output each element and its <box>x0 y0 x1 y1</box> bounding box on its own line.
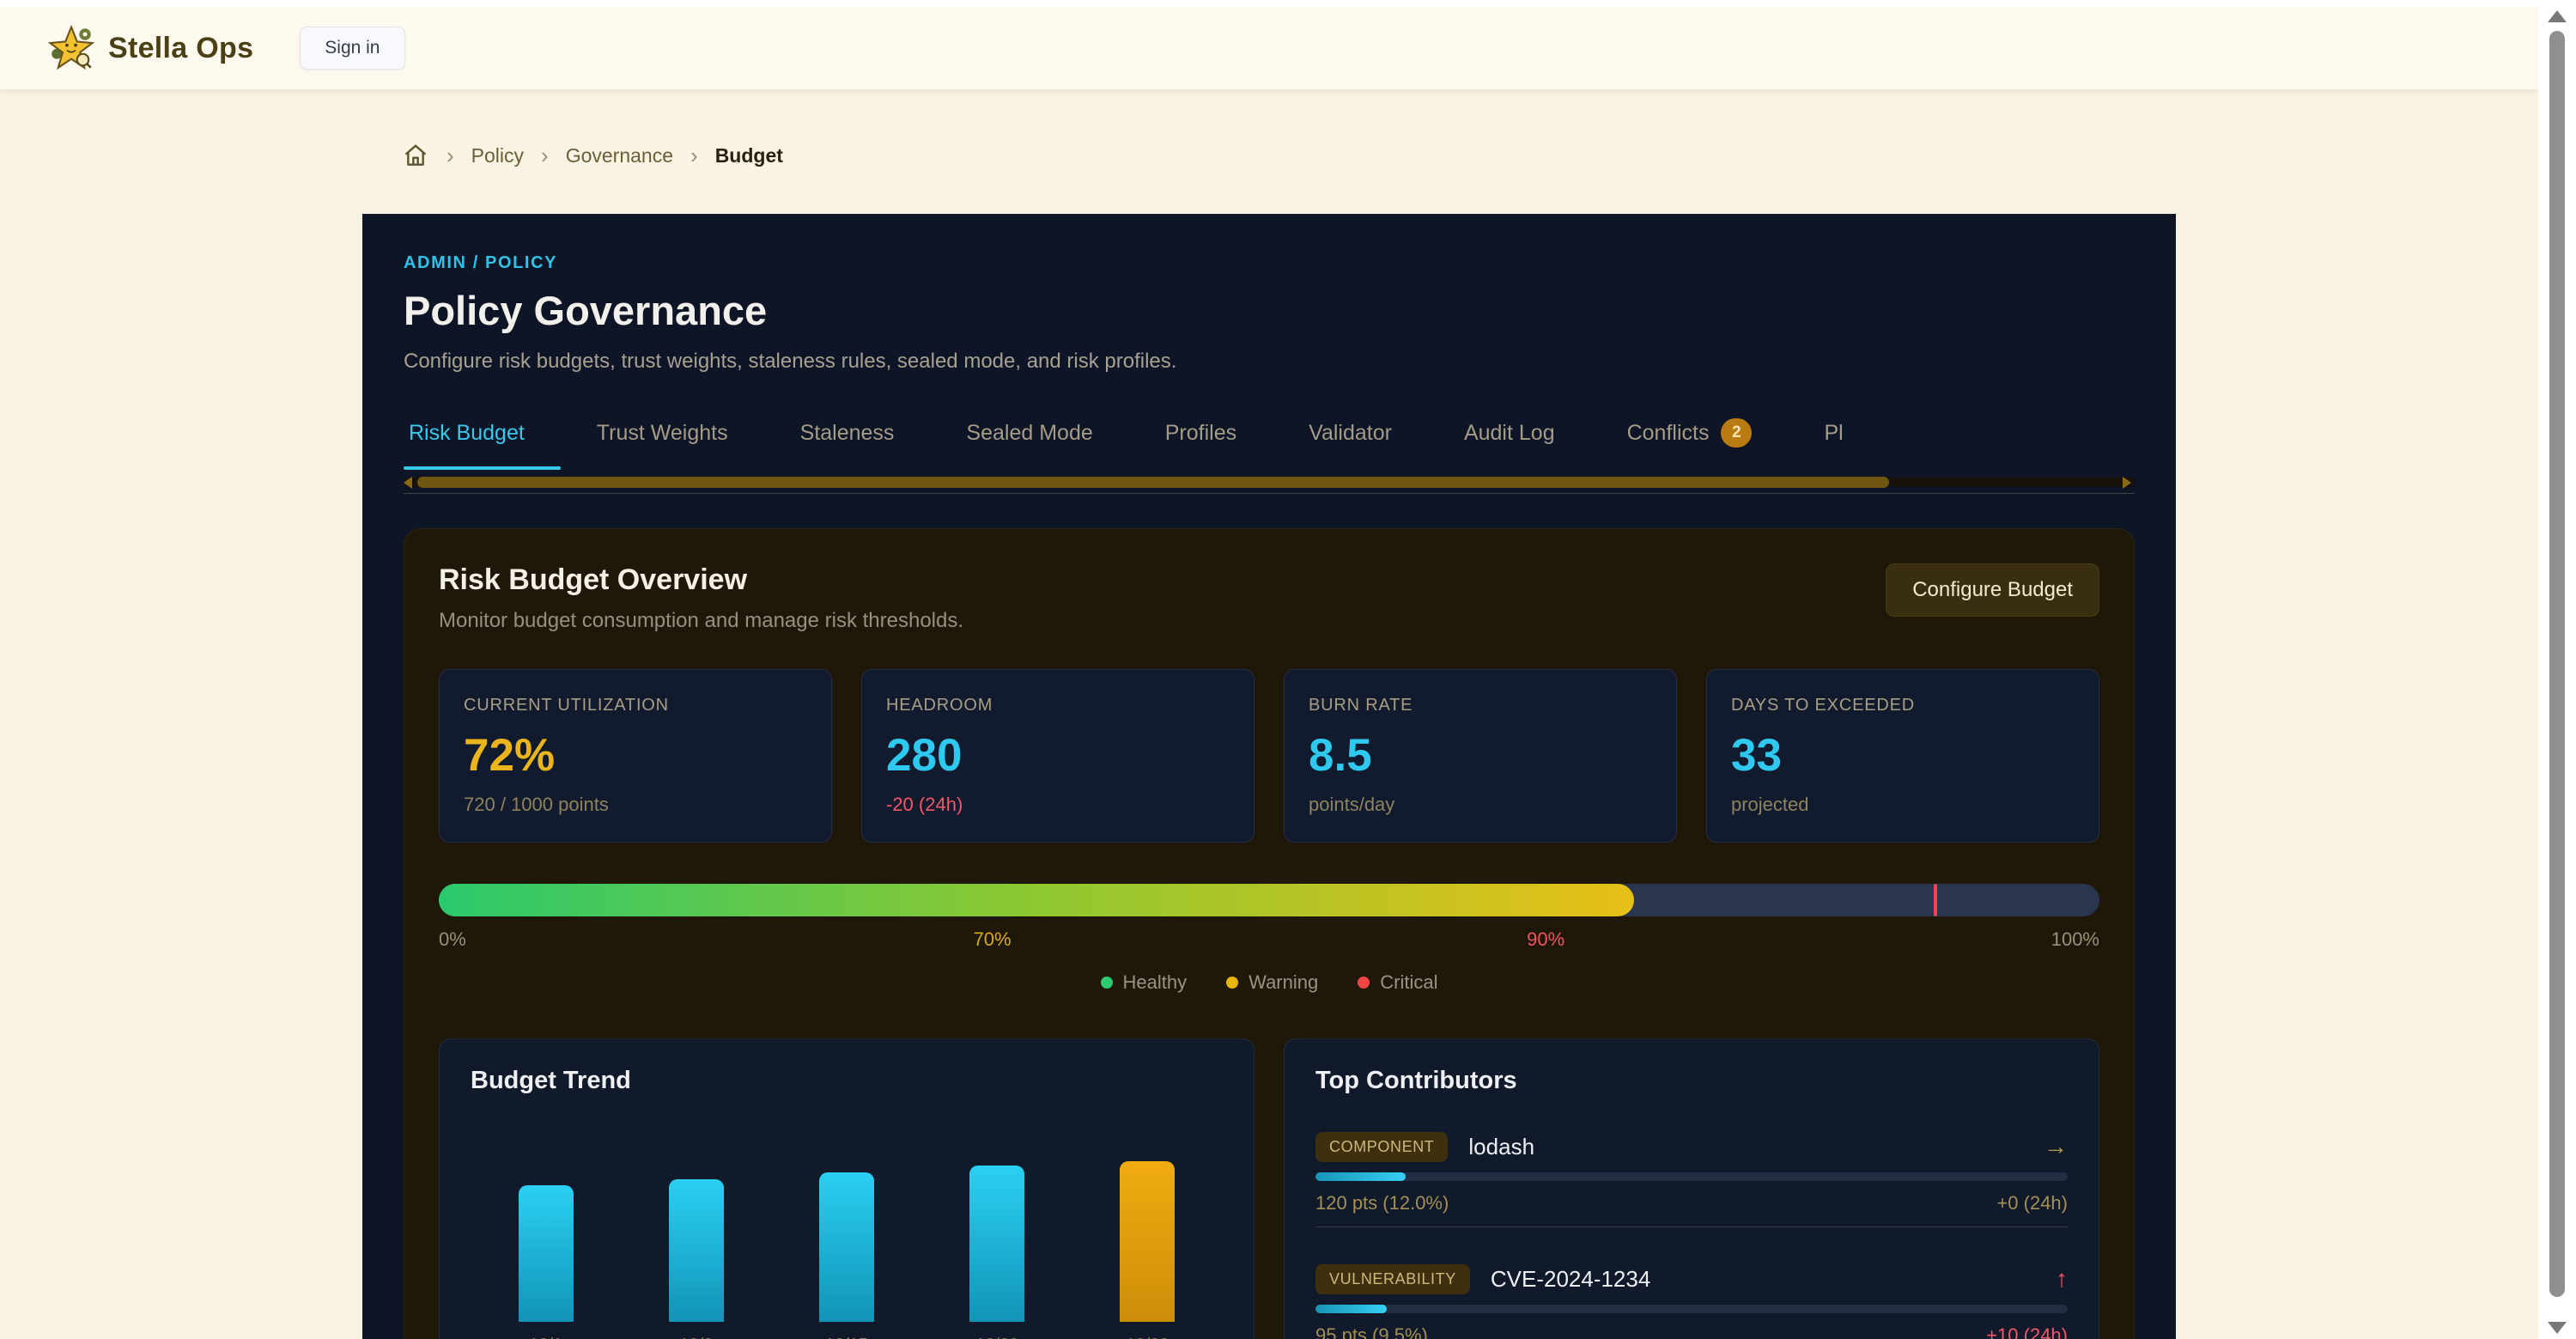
budget-trend-card: Budget Trend 12/1 12/8 12/15 12/22 12/29 <box>439 1038 1255 1339</box>
top-contributors-title: Top Contributors <box>1315 1067 2068 1095</box>
type-badge: COMPONENT <box>1315 1132 1448 1162</box>
trend-bar <box>519 1185 574 1322</box>
legend-critical: Critical <box>1358 971 1437 994</box>
type-badge: VULNERABILITY <box>1315 1264 1470 1294</box>
row-divider <box>1315 1226 2068 1227</box>
contribution-points: 95 pts (9.5%) <box>1315 1324 1428 1339</box>
legend-healthy: Healthy <box>1101 971 1188 994</box>
tab-trust-weights[interactable]: Trust Weights <box>561 418 764 470</box>
critical-threshold-marker <box>1934 884 1937 916</box>
contributor-name: lodash <box>1468 1134 1534 1160</box>
breadcrumb: › Policy › Governance › Budget <box>402 138 2538 173</box>
conflicts-count-badge: 2 <box>1721 418 1752 447</box>
metric-burn-rate: BURN RATE 8.5 points/day <box>1284 669 1677 843</box>
contribution-delta: +10 (24h) <box>1986 1324 2068 1339</box>
overview-title: Risk Budget Overview <box>439 563 963 597</box>
brand: Stella Ops <box>48 25 253 71</box>
contribution-bar <box>1315 1305 2068 1313</box>
utilization-label-70: 70% <box>974 928 1012 951</box>
contributor-row: VULNERABILITY CVE-2024-1234 ↑ 95 pts (9.… <box>1315 1262 2068 1339</box>
budget-trend-chart <box>471 1099 1223 1322</box>
tab-staleness[interactable]: Staleness <box>764 418 931 470</box>
legend-warning: Warning <box>1226 971 1318 994</box>
trend-arrow-icon: → <box>2044 1133 2068 1160</box>
contributor-name: CVE-2024-1234 <box>1491 1266 1650 1293</box>
top-contributors-card: Top Contributors COMPONENT lodash → 120 … <box>1284 1038 2099 1339</box>
trend-bar-current <box>1120 1161 1175 1322</box>
chevron-right-icon: › <box>447 143 454 169</box>
overview-header: Risk Budget Overview Monitor budget cons… <box>439 563 2099 633</box>
healthy-dot-icon <box>1101 977 1113 989</box>
tab-risk-budget[interactable]: Risk Budget <box>404 418 561 470</box>
utilization-label-100: 100% <box>2051 928 2099 951</box>
contribution-bar <box>1315 1172 2068 1181</box>
page: Stella Ops Sign in › Policy › Governance… <box>0 7 2538 1339</box>
contributor-row: COMPONENT lodash → 120 pts (12.0%) +0 (2… <box>1315 1129 2068 1227</box>
status-legend: Healthy Warning Critical <box>439 971 2099 994</box>
tab-plugins-clipped[interactable]: Pl <box>1788 418 1879 470</box>
utilization-labels: 0% 70% 90% 100% <box>439 928 2099 953</box>
brand-name: Stella Ops <box>108 32 253 65</box>
contribution-points: 120 pts (12.0%) <box>1315 1192 1449 1214</box>
tab-scroll-right-icon[interactable] <box>2123 477 2131 489</box>
tab-bar: Risk Budget Trust Weights Staleness Seal… <box>404 418 2135 470</box>
policy-governance-section: ADMIN / POLICY Policy Governance Configu… <box>362 214 2176 1339</box>
page-subtitle: Configure risk budgets, trust weights, s… <box>404 350 2135 374</box>
tab-validator[interactable]: Validator <box>1273 418 1428 470</box>
budget-trend-x-labels: 12/1 12/8 12/15 12/22 12/29 <box>471 1336 1223 1339</box>
breadcrumb-governance[interactable]: Governance <box>566 144 673 167</box>
browser-scrollbar <box>2538 0 2576 1339</box>
top-bar: Stella Ops Sign in <box>0 7 2538 90</box>
tab-scrollbar-thumb[interactable] <box>417 477 1889 488</box>
tab-strip-scrollbar <box>404 477 2135 488</box>
utilization-fill <box>439 884 1634 916</box>
metric-days-to-exceeded: DAYS TO EXCEEDED 33 projected <box>1706 669 2099 843</box>
configure-budget-button[interactable]: Configure Budget <box>1886 563 2099 617</box>
breadcrumb-policy[interactable]: Policy <box>471 144 524 167</box>
metric-headroom: HEADROOM 280 -20 (24h) <box>861 669 1255 843</box>
trend-bar <box>819 1172 874 1322</box>
scrollbar-thumb[interactable] <box>2549 31 2565 1297</box>
chevron-right-icon: › <box>690 143 698 169</box>
stella-ops-logo-icon <box>48 25 94 71</box>
utilization-label-90: 90% <box>1527 928 1564 951</box>
contribution-delta: +0 (24h) <box>1996 1192 2068 1214</box>
tab-divider <box>404 493 2135 494</box>
trend-bar <box>669 1179 724 1322</box>
scrollbar-down-icon[interactable] <box>2548 1322 2567 1334</box>
risk-budget-overview-panel: Risk Budget Overview Monitor budget cons… <box>404 528 2135 1339</box>
breadcrumb-budget: Budget <box>715 144 783 167</box>
tab-scroll-left-icon[interactable] <box>404 477 412 489</box>
page-title: Policy Governance <box>404 287 2135 334</box>
home-icon[interactable] <box>402 142 429 169</box>
trend-bar <box>969 1166 1024 1322</box>
overview-detail-cards: Budget Trend 12/1 12/8 12/15 12/22 12/29 <box>439 1038 2099 1339</box>
warning-dot-icon <box>1226 977 1238 989</box>
tab-sealed-mode[interactable]: Sealed Mode <box>930 418 1128 470</box>
metric-current-utilization: CURRENT UTILIZATION 72% 720 / 1000 point… <box>439 669 832 843</box>
tab-profiles[interactable]: Profiles <box>1129 418 1273 470</box>
critical-dot-icon <box>1358 977 1370 989</box>
chevron-right-icon: › <box>541 143 549 169</box>
trend-arrow-icon: ↑ <box>2056 1265 2068 1293</box>
scrollbar-up-icon[interactable] <box>2548 10 2567 22</box>
utilization-label-0: 0% <box>439 928 466 951</box>
budget-trend-title: Budget Trend <box>471 1067 1223 1095</box>
overview-subtitle: Monitor budget consumption and manage ri… <box>439 609 963 633</box>
utilization-bar <box>439 884 2099 916</box>
tab-audit-log[interactable]: Audit Log <box>1428 418 1591 470</box>
metric-cards: CURRENT UTILIZATION 72% 720 / 1000 point… <box>439 669 2099 843</box>
tab-conflicts[interactable]: Conflicts 2 <box>1591 418 1789 470</box>
section-eyebrow: ADMIN / POLICY <box>404 253 2135 273</box>
sign-in-button[interactable]: Sign in <box>300 27 404 70</box>
